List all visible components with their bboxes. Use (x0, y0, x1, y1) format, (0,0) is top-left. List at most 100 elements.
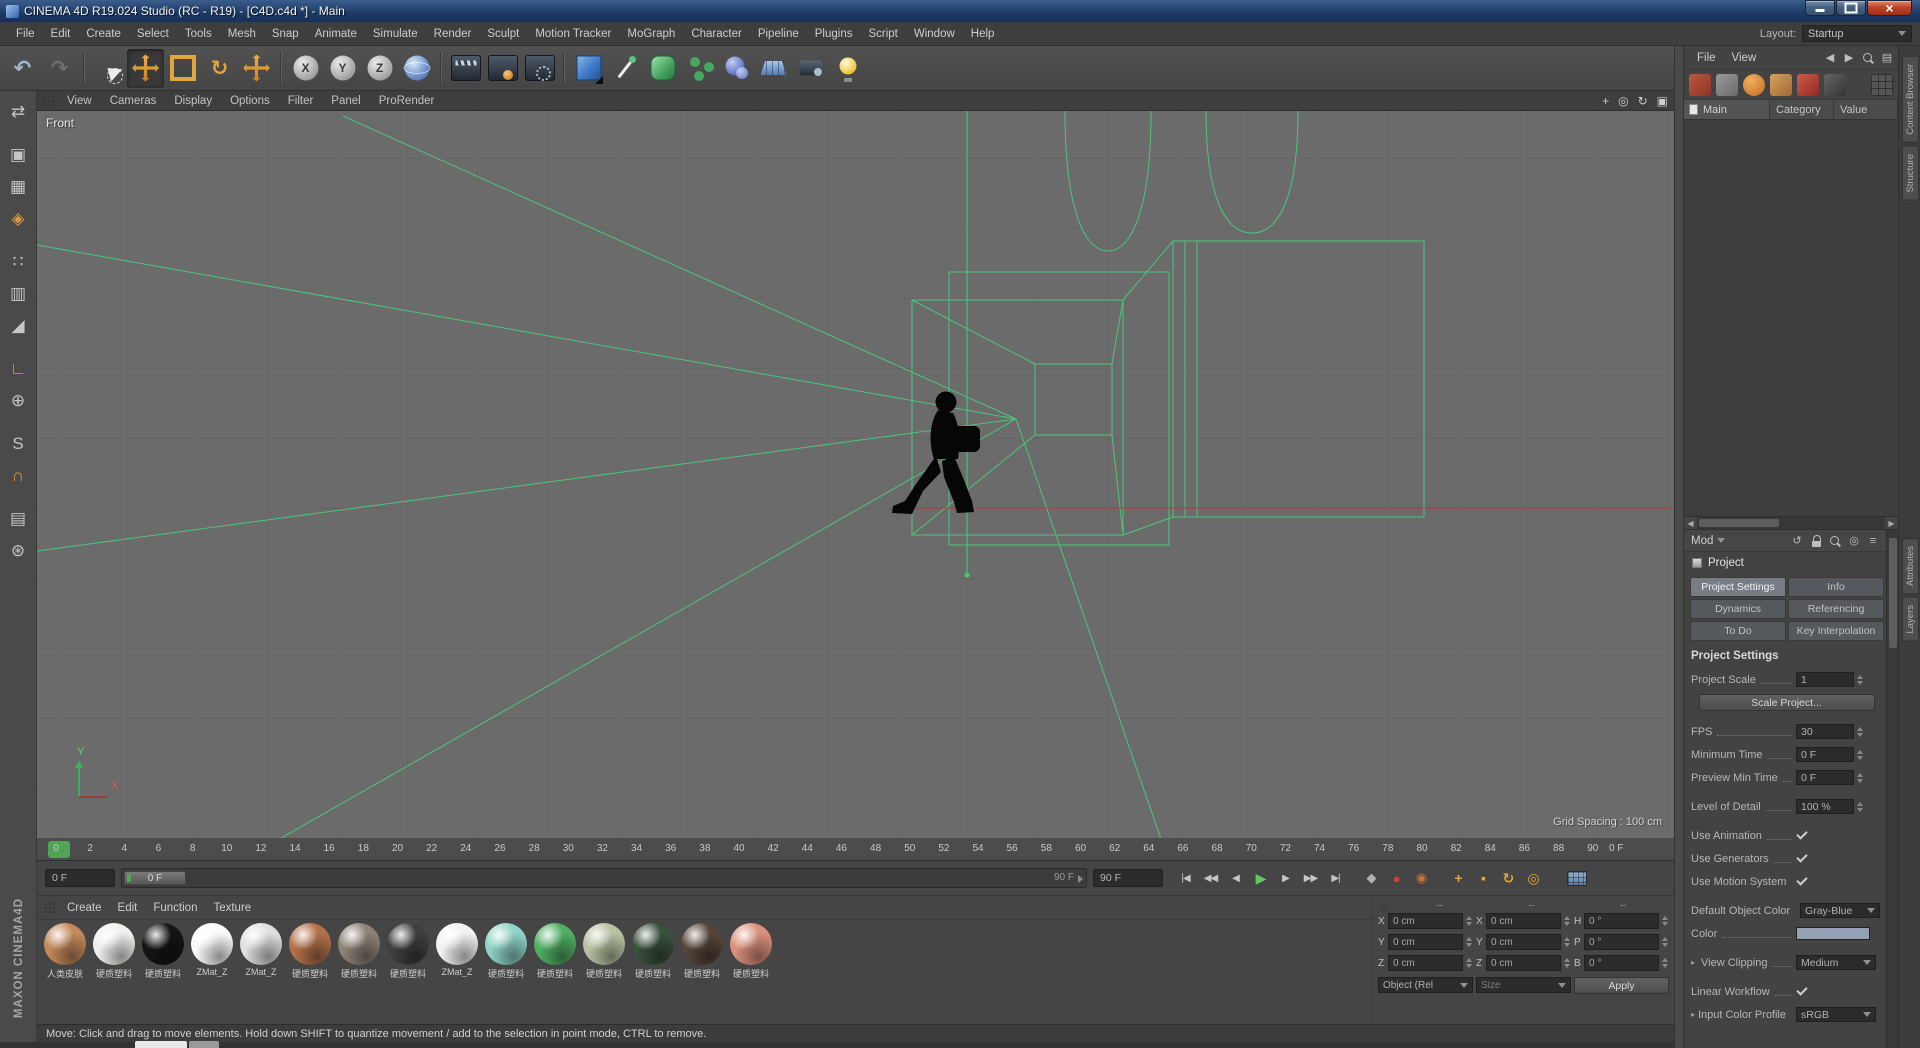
spinner-icon[interactable] (1856, 748, 1864, 762)
prev-key-button[interactable]: ◀◀ (1198, 867, 1223, 889)
texture-mode-icon[interactable]: ▦ (3, 172, 33, 202)
tab-info[interactable]: Info (1788, 577, 1884, 597)
frame-slider[interactable]: 0 F 90 F (121, 868, 1087, 888)
slider-end-arrow-icon[interactable] (1078, 875, 1083, 883)
key-position-toggle[interactable]: + (1447, 867, 1470, 889)
menu-snap[interactable]: Snap (264, 28, 307, 40)
keyframe-grid-button[interactable] (1567, 870, 1587, 886)
material-item[interactable]: 硬质塑料 (580, 923, 628, 980)
materials-menu-texture[interactable]: Texture (205, 902, 259, 914)
move-tool-icon[interactable] (127, 48, 164, 88)
pan-view-icon[interactable]: + (1602, 94, 1609, 108)
menu-edit[interactable]: Edit (43, 28, 79, 40)
presets-icon[interactable] (1743, 73, 1765, 96)
material-item[interactable]: ZMat_Z (188, 923, 236, 977)
lock-icon[interactable] (1810, 534, 1822, 548)
dropdown[interactable]: sRGB (1796, 1007, 1876, 1022)
material-item[interactable]: 硬质塑料 (90, 923, 138, 980)
material-item[interactable]: 硬质塑料 (678, 923, 726, 980)
material-item[interactable]: 人类皮肤 (41, 923, 89, 980)
grip-handle[interactable] (42, 93, 54, 108)
catalog-icon[interactable] (1689, 73, 1711, 96)
spinner-icon[interactable] (1465, 956, 1473, 970)
scroll-left-icon[interactable]: ◀ (1684, 517, 1697, 529)
checkbox[interactable] (1796, 985, 1809, 998)
lock-z-icon[interactable] (361, 49, 398, 88)
taskbar-peek-2[interactable] (189, 1041, 219, 1048)
coord-value-field[interactable]: 0 ° (1584, 955, 1659, 971)
value-field[interactable]: 1 (1796, 672, 1854, 687)
key-scale-toggle[interactable]: ▪ (1472, 867, 1495, 889)
viewport-menu-cameras[interactable]: Cameras (101, 95, 166, 107)
metaball-icon[interactable] (718, 49, 755, 88)
material-item[interactable]: 硬质塑料 (531, 923, 579, 980)
zoom-view-icon[interactable]: ◎ (1618, 94, 1628, 108)
spinner-icon[interactable] (1661, 914, 1669, 928)
checkbox[interactable] (1796, 829, 1809, 842)
coord-value-field[interactable]: 0 ° (1584, 913, 1659, 929)
attr-scrollbar[interactable] (1886, 530, 1898, 1048)
record-button[interactable]: ● (1385, 867, 1408, 889)
lock-y-icon[interactable] (324, 49, 361, 88)
material-item[interactable]: 硬质塑料 (727, 923, 775, 980)
coord-mode-dropdown[interactable]: Object (Rel (1378, 977, 1473, 993)
prev-frame-button[interactable]: ◀ (1223, 867, 1248, 889)
viewport-menu-view[interactable]: View (58, 95, 101, 107)
apply-button[interactable]: Apply (1574, 977, 1669, 994)
material-item[interactable]: 硬质塑料 (384, 923, 432, 980)
thumbnails-icon[interactable] (1871, 73, 1893, 96)
key-rotation-toggle[interactable]: ↻ (1497, 867, 1520, 889)
menu-render[interactable]: Render (426, 28, 480, 40)
play-button[interactable]: ▶ (1248, 867, 1273, 889)
history-icon[interactable]: ↺ (1791, 534, 1803, 548)
coord-value-field[interactable]: 0 cm (1388, 913, 1463, 929)
checkbox[interactable] (1796, 852, 1809, 865)
side-tab-structure[interactable]: Structure (1901, 145, 1919, 201)
browser-menu-file[interactable]: File (1689, 52, 1724, 64)
menu-character[interactable]: Character (683, 28, 750, 40)
snap-icon[interactable]: S (3, 429, 33, 459)
panel-divider[interactable] (1674, 46, 1684, 1048)
make-editable-icon[interactable]: ⇄ (3, 97, 33, 127)
coord-value-field[interactable]: 0 cm (1388, 955, 1463, 971)
menu-sculpt[interactable]: Sculpt (479, 28, 527, 40)
rotate-view-icon[interactable]: ↻ (1638, 94, 1648, 108)
dropdown[interactable]: Gray-Blue (1800, 903, 1881, 918)
minimize-button[interactable] (1805, 0, 1835, 16)
menu-tools[interactable]: Tools (177, 28, 220, 40)
spinner-icon[interactable] (1856, 771, 1864, 785)
spinner-icon[interactable] (1563, 935, 1571, 949)
close-button[interactable] (1867, 0, 1912, 16)
spinner-icon[interactable] (1661, 956, 1669, 970)
spinner-icon[interactable] (1563, 956, 1571, 970)
side-tab-content-browser[interactable]: Content Browser (1901, 56, 1919, 143)
textures-icon[interactable] (1824, 73, 1846, 96)
mode-menu[interactable]: Mod (1691, 535, 1726, 547)
taskbar-peek[interactable] (135, 1041, 187, 1048)
value-field[interactable]: 0 F (1796, 770, 1854, 785)
add-cube-icon[interactable] (570, 49, 607, 88)
polygons-mode-icon[interactable]: ◢ (3, 311, 33, 341)
render-settings-icon[interactable] (521, 49, 558, 88)
rotate-tool-icon[interactable]: ↻ (201, 49, 238, 88)
view-label[interactable]: Front (46, 116, 74, 130)
tab-main[interactable]: Main (1684, 100, 1770, 119)
color-swatch[interactable] (1796, 927, 1870, 940)
menu-file[interactable]: File (8, 28, 43, 40)
spinner-icon[interactable] (1563, 914, 1571, 928)
tab-referencing[interactable]: Referencing (1788, 599, 1884, 619)
coord-value-field[interactable]: 0 cm (1486, 955, 1561, 971)
computer-icon[interactable] (1716, 73, 1738, 96)
browser-list[interactable] (1684, 120, 1898, 516)
frame-slider-handle[interactable]: 0 F (124, 871, 186, 885)
coord-mode-dropdown[interactable]: Size (1476, 977, 1571, 993)
viewport-menu-options[interactable]: Options (221, 95, 279, 107)
material-item[interactable]: 硬质塑料 (629, 923, 677, 980)
viewport-menu-display[interactable]: Display (165, 95, 221, 107)
freehand-spline-icon[interactable] (607, 49, 644, 88)
workplane-lock-icon[interactable]: ▤ (3, 504, 33, 534)
materials-icon[interactable] (1770, 73, 1792, 96)
checkbox[interactable] (1796, 875, 1809, 888)
autokey-button[interactable]: ◉ (1410, 867, 1433, 889)
browser-hscrollbar[interactable]: ◀ ▶ (1684, 516, 1898, 529)
